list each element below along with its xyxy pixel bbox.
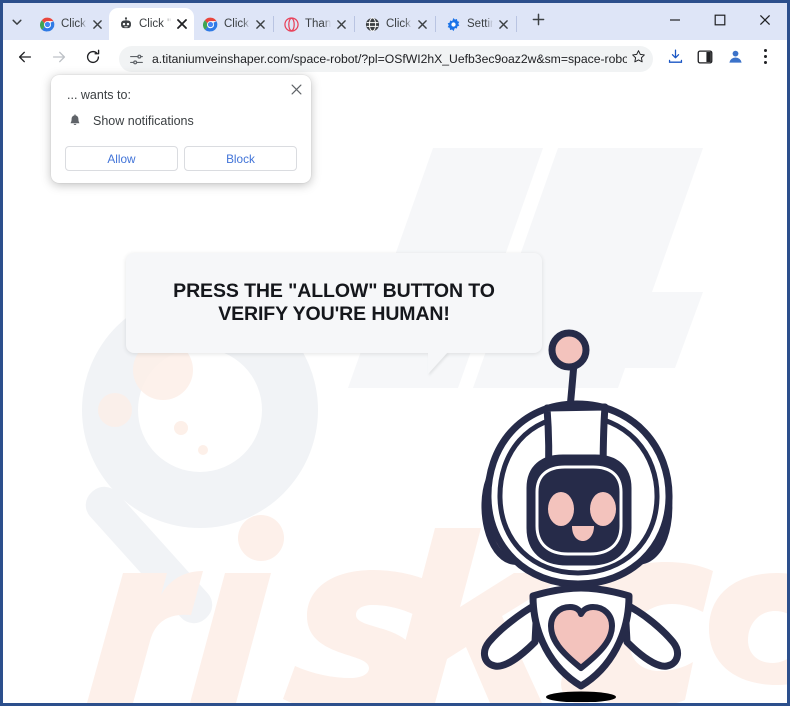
url-text[interactable]: a.titaniumveinshaper.com/space-robot/?pl… [152, 52, 627, 66]
browser-toolbar: a.titaniumveinshaper.com/space-robot/?pl… [3, 40, 787, 78]
plus-icon [532, 13, 545, 31]
tab-title: Click Allo [224, 18, 250, 30]
robot-icon [118, 17, 133, 32]
dialog-title: ... wants to: [67, 88, 131, 102]
browser-menu-button[interactable] [751, 45, 779, 73]
back-button[interactable] [11, 45, 39, 73]
tab-title: Click "All [139, 18, 172, 30]
maximize-icon [714, 13, 726, 31]
allow-button[interactable]: Allow [65, 146, 178, 171]
chrome-icon [40, 17, 55, 32]
bell-icon [67, 113, 83, 129]
tab-search-button[interactable] [3, 3, 31, 40]
back-arrow-icon [16, 48, 34, 71]
profile-button[interactable] [721, 45, 749, 73]
tab-strip: Click Allo Click "All [3, 3, 787, 40]
close-window-button[interactable] [742, 3, 787, 40]
tab-separator [273, 16, 274, 32]
tab-2[interactable]: Click Allo [194, 8, 272, 40]
downloads-button[interactable] [661, 45, 689, 73]
maximize-button[interactable] [697, 3, 742, 40]
tab-close-button[interactable] [174, 16, 190, 32]
new-tab-button[interactable] [524, 8, 552, 36]
tab-5[interactable]: Settings [437, 8, 515, 40]
permission-row: Show notifications [67, 113, 194, 129]
block-button[interactable]: Block [184, 146, 297, 171]
page-headline: PRESS THE "ALLOW" BUTTON TO VERIFY YOU'R… [173, 280, 495, 325]
dialog-actions: Allow Block [65, 146, 297, 171]
minimize-button[interactable] [652, 3, 697, 40]
permission-label: Show notifications [93, 114, 194, 128]
three-dot-menu-icon [763, 48, 768, 70]
reload-button[interactable] [79, 45, 107, 73]
tab-close-button[interactable] [89, 16, 105, 32]
dialog-close-button[interactable] [286, 81, 306, 101]
tab-separator [516, 16, 517, 32]
star-icon [631, 49, 646, 69]
tab-close-button[interactable] [333, 16, 349, 32]
forward-arrow-icon [50, 48, 68, 71]
chevron-down-icon [10, 15, 24, 29]
tab-close-button[interactable] [414, 16, 430, 32]
bookmark-button[interactable] [627, 48, 649, 70]
notification-permission-dialog: ... wants to: Show notifications Allow B… [51, 75, 311, 183]
download-icon [667, 48, 684, 70]
globe-icon [365, 16, 380, 32]
tab-list: Click Allo Click "All [31, 3, 552, 40]
tab-title: Click Allo [61, 18, 87, 30]
opera-icon [284, 16, 299, 32]
tab-0[interactable]: Click Allo [31, 8, 109, 40]
close-icon [759, 13, 771, 31]
tab-1[interactable]: Click "All [109, 8, 194, 40]
tab-title: Thanks fo [305, 18, 331, 30]
forward-button[interactable] [45, 45, 73, 73]
tab-title: Click "All [386, 18, 412, 30]
tab-separator [435, 16, 436, 32]
space-robot-mascot [473, 312, 689, 703]
speech-bubble-tail [428, 352, 448, 374]
tab-4[interactable]: Click "All [356, 8, 434, 40]
tune-icon[interactable] [127, 50, 145, 68]
tab-separator [354, 16, 355, 32]
tab-close-button[interactable] [495, 16, 511, 32]
browser-window: Click Allo Click "All [0, 0, 790, 706]
address-bar[interactable]: a.titaniumveinshaper.com/space-robot/?pl… [119, 46, 653, 72]
gear-icon [446, 17, 461, 32]
side-panel-button[interactable] [691, 45, 719, 73]
chrome-icon [203, 17, 218, 32]
window-controls [652, 3, 787, 40]
profile-avatar-icon [727, 48, 744, 70]
tab-3[interactable]: Thanks fo [275, 8, 353, 40]
tab-close-button[interactable] [252, 16, 268, 32]
minimize-icon [669, 13, 681, 31]
side-panel-icon [697, 49, 713, 70]
reload-icon [84, 48, 102, 71]
tab-title: Settings [467, 18, 493, 30]
close-icon [291, 82, 302, 100]
